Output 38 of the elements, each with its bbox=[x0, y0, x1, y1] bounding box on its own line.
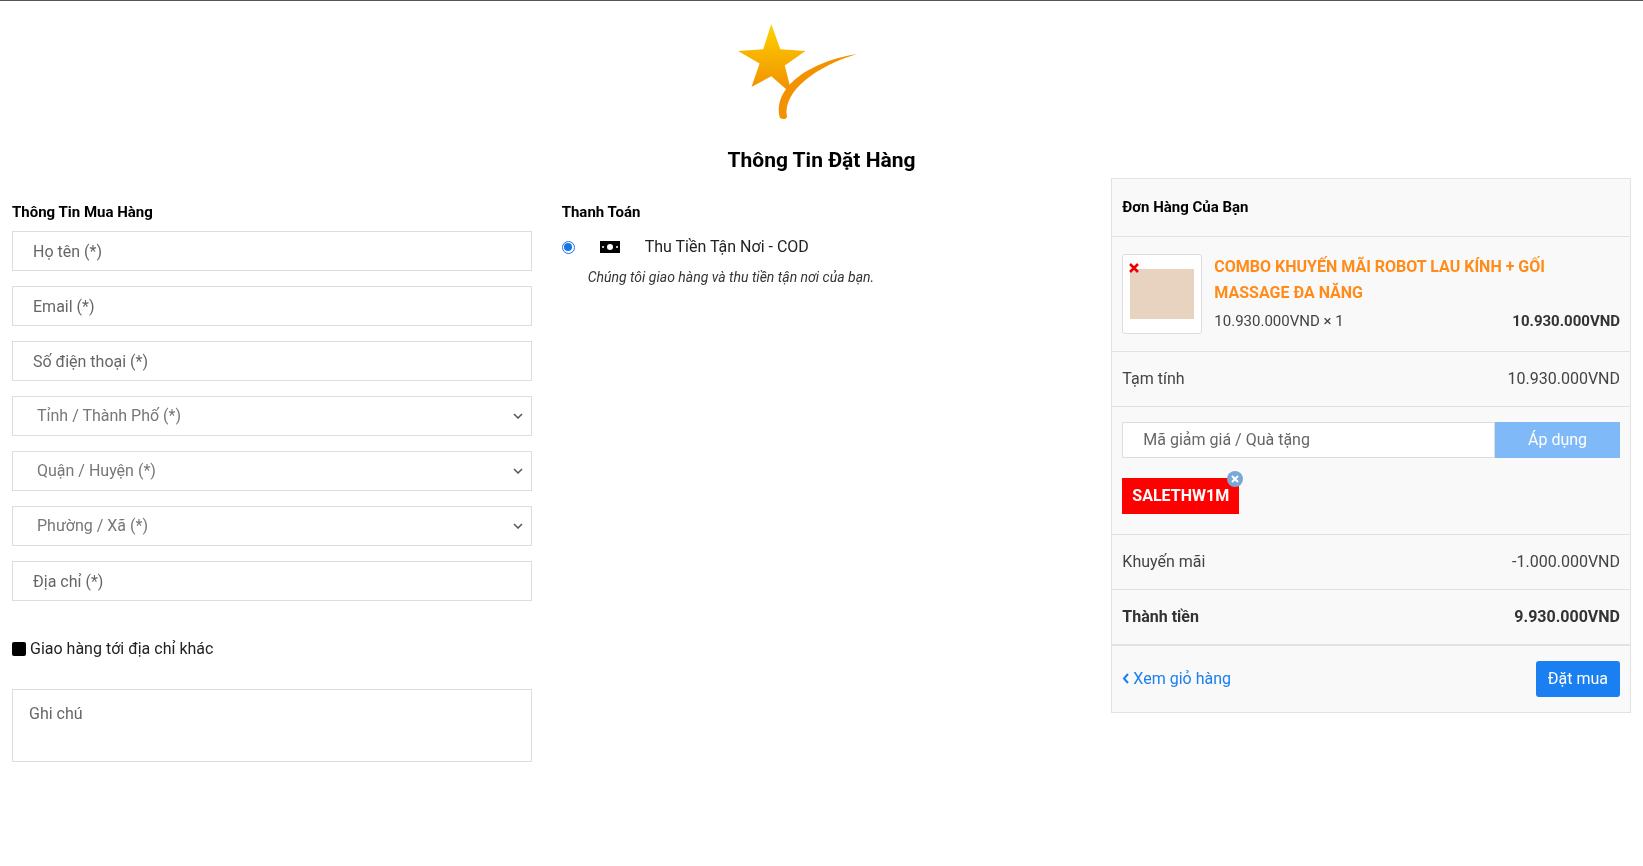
remove-icon[interactable] bbox=[1227, 470, 1244, 487]
line-total: 10.930.000VND bbox=[1512, 310, 1620, 332]
chevron-down-icon bbox=[512, 523, 523, 529]
coupon-field[interactable]: Mã giảm giá / Quà tặng bbox=[1122, 421, 1495, 458]
unit-price: 10.930.000VND × 1 bbox=[1214, 310, 1344, 332]
payment-method-label: Thu Tiền Tận Nơi - COD bbox=[644, 236, 809, 258]
summary-label: Khuyến mãi bbox=[1122, 550, 1206, 573]
note-field[interactable]: Ghi chú bbox=[12, 689, 532, 762]
photo-placeholder bbox=[1130, 268, 1195, 319]
chevron-left-icon bbox=[1122, 673, 1130, 684]
chevron-down-icon bbox=[512, 468, 523, 474]
text-field[interactable]: Địa chỉ (*) bbox=[12, 561, 532, 601]
back-to-cart-link[interactable]: Xem giỏ hàng bbox=[1122, 666, 1231, 691]
cash-icon bbox=[599, 241, 620, 253]
product-name[interactable]: COMBO KHUYẾN MÃI ROBOT LAU KÍNH + GỐI MASSAGE ĐA NĂNG bbox=[1214, 253, 1620, 306]
remove-icon[interactable] bbox=[1128, 261, 1141, 274]
dropdown-field[interactable]: Tỉnh / Thành Phố (*) bbox=[12, 396, 532, 436]
text-field[interactable]: Số điện thoại (*) bbox=[12, 341, 532, 381]
section-heading: Thanh Toán bbox=[561, 201, 642, 223]
payment-description: Chúng tôi giao hàng và thu tiền tận nơi của bạn. bbox=[587, 268, 876, 287]
summary-label: Tạm tính bbox=[1122, 367, 1185, 390]
chevron-down-icon bbox=[512, 413, 523, 419]
page-title: Thông Tin Đặt Hàng bbox=[727, 147, 916, 174]
dropdown-field[interactable]: Quận / Huyện (*) bbox=[12, 451, 532, 491]
total-value: 9.930.000VND bbox=[1514, 605, 1620, 628]
section-heading: Thông Tin Mua Hàng bbox=[12, 201, 154, 223]
text-field[interactable]: Họ tên (*) bbox=[12, 231, 532, 271]
apply-button[interactable]: Áp dụng bbox=[1495, 421, 1620, 458]
text-field[interactable]: Email (*) bbox=[12, 286, 532, 326]
order-button[interactable]: Đặt mua bbox=[1535, 660, 1620, 697]
checkbox-label: Giao hàng tới địa chỉ khác bbox=[30, 638, 214, 660]
section-heading: Đơn Hàng Của Bạn bbox=[1122, 196, 1249, 218]
summary-value: 10.930.000VND bbox=[1507, 367, 1620, 390]
dropdown-field[interactable]: Phường / Xã (*) bbox=[12, 506, 532, 546]
summary-value: -1.000.000VND bbox=[1512, 550, 1620, 573]
checkbox[interactable] bbox=[12, 642, 26, 656]
total-label: Thành tiền bbox=[1122, 605, 1199, 628]
coupon-tag: SALETHW1M bbox=[1122, 477, 1240, 514]
